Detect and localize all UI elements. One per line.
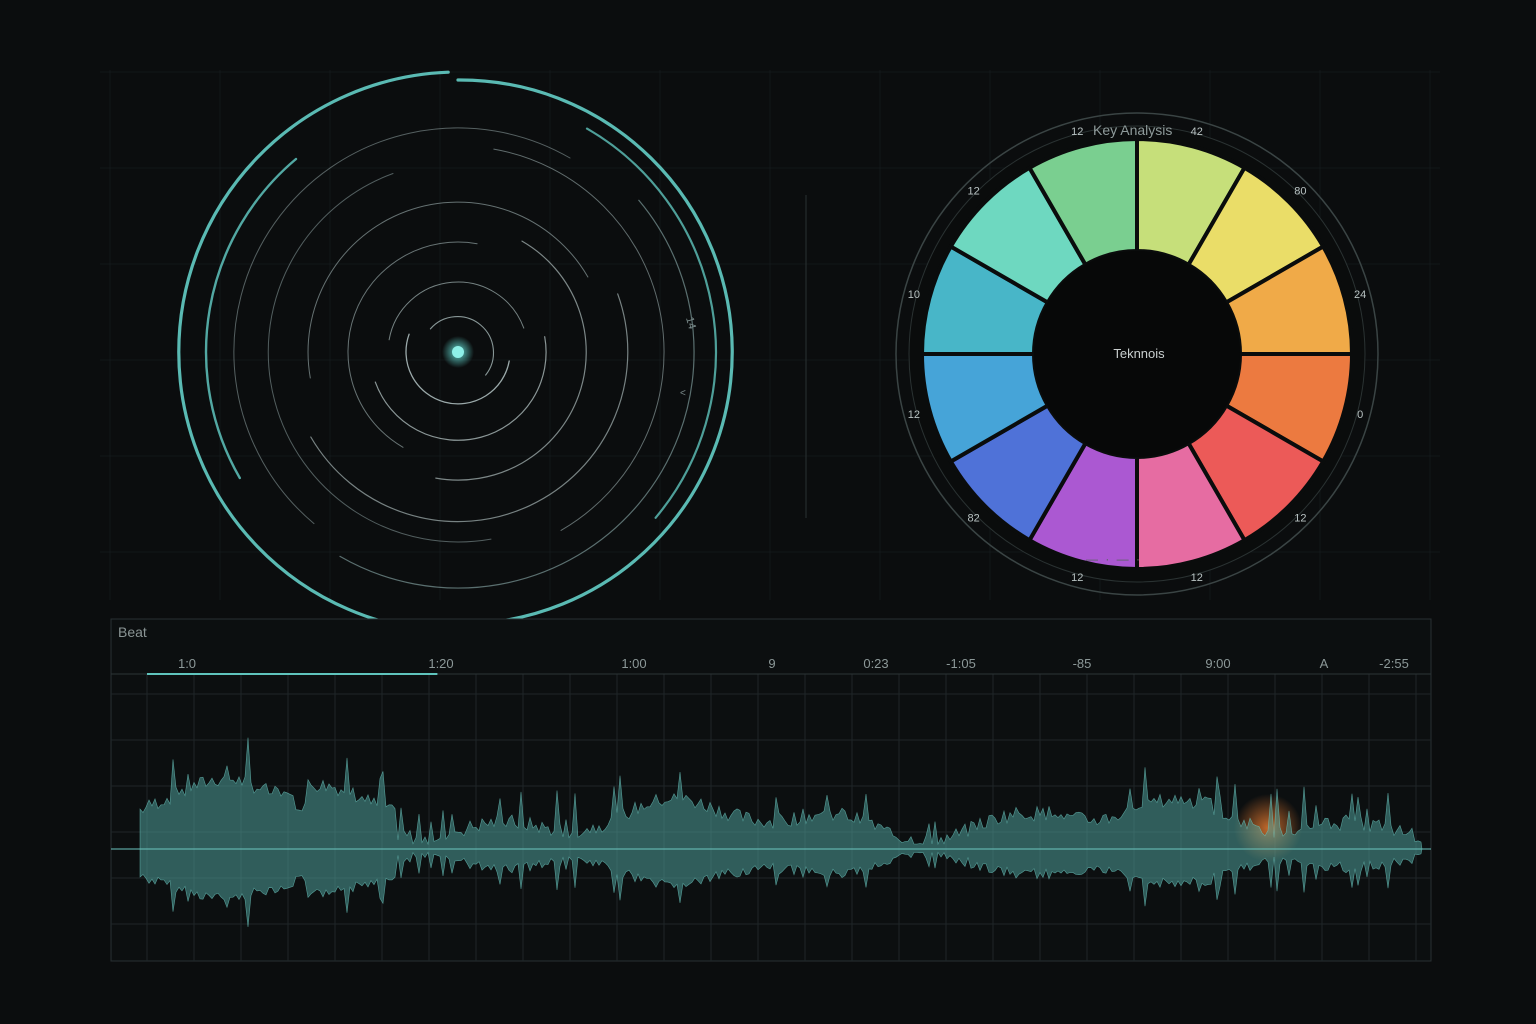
- key-wheel-center-label: Teknnois: [1113, 346, 1165, 361]
- dashboard-canvas: 14 < 42 80 24 0 12 12 12 82 12 10 12 12 Teknnois: [100, 70, 1440, 962]
- key-segment-label: 80: [1294, 186, 1306, 198]
- beat-tick-label[interactable]: A: [1320, 656, 1329, 671]
- key-analysis-title: Key Analysis: [1093, 122, 1173, 138]
- tempo-ring-arc: [456, 78, 734, 626]
- tempo-ring-arc: [339, 199, 695, 589]
- key-segment-label: 82: [968, 512, 980, 524]
- beat-tick-label[interactable]: 9:00: [1205, 656, 1230, 671]
- key-analysis-footer: — · — ·: [1086, 552, 1142, 566]
- beat-title: Beat: [118, 624, 147, 640]
- beat-tick-label[interactable]: 0:23: [863, 656, 888, 671]
- key-segment-label: 12: [1071, 126, 1083, 138]
- beat-tick-label[interactable]: -85: [1073, 656, 1092, 671]
- key-segment-label: 12: [1191, 572, 1203, 584]
- beat-tick-label[interactable]: 1:0: [178, 656, 196, 671]
- tempo-center-dot[interactable]: [452, 346, 464, 358]
- tempo-ring-arc: [388, 281, 525, 341]
- tempo-ring-arc: [310, 293, 629, 523]
- beat-tick-label[interactable]: -2:55: [1379, 656, 1409, 671]
- key-segment-label: 10: [908, 289, 920, 301]
- tempo-ring-arc: [493, 148, 665, 531]
- key-segment-label: 12: [1071, 572, 1083, 584]
- beat-tick-label[interactable]: 1:00: [621, 656, 646, 671]
- beat-tick-label[interactable]: 9: [768, 656, 775, 671]
- key-segment-label: 12: [908, 409, 920, 421]
- key-segment-label: 12: [1294, 512, 1306, 524]
- beat-tick-label[interactable]: 1:20: [428, 656, 453, 671]
- tempo-side-label: <: [680, 388, 686, 399]
- key-segment-label: 12: [968, 186, 980, 198]
- key-segment-label: 0: [1357, 409, 1363, 421]
- tempo-ring-arc: [177, 70, 450, 634]
- beat-tick-label[interactable]: -1:05: [946, 656, 976, 671]
- key-segment-label: 42: [1191, 126, 1203, 138]
- key-segment-label: 24: [1354, 289, 1366, 301]
- tempo-side-label: 14: [683, 316, 698, 331]
